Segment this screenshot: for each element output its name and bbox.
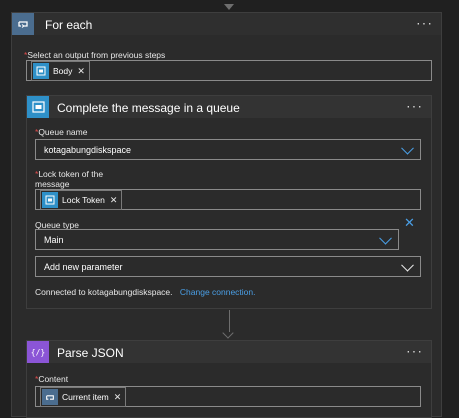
body-token[interactable]: Body ✕ (31, 61, 90, 81)
parse-json-more-options-icon[interactable]: ··· (406, 344, 423, 358)
complete-message-title: Complete the message in a queue (57, 101, 240, 115)
lock-token-label: *Lock token of the message (35, 169, 104, 189)
lock-token-token-label: Lock Token (62, 195, 105, 205)
parse-json-icon: {/} (27, 341, 49, 363)
lock-token-field[interactable]: Lock Token ✕ (35, 189, 421, 210)
foreach-output-field[interactable]: Body ✕ (26, 60, 432, 81)
queue-name-label: *Queue name (35, 127, 88, 137)
queue-name-value: kotagabungdiskspace (44, 144, 132, 155)
top-connector-arrow (224, 4, 234, 10)
servicebus-token-icon (33, 63, 49, 79)
content-field[interactable]: Current item ✕ (35, 386, 421, 407)
foreach-loop-icon (12, 13, 34, 35)
foreach-loop-token-icon (42, 389, 58, 405)
middle-connector-arrow (222, 327, 234, 339)
connection-info: Connected to kotagabungdiskspace. Change… (35, 287, 256, 297)
parse-json-title: Parse JSON (57, 346, 124, 360)
foreach-more-options-icon[interactable]: ··· (416, 16, 433, 30)
queue-type-value: Main (44, 234, 64, 245)
lock-token-servicebus-icon (42, 192, 58, 208)
queue-type-chevron-down-icon[interactable] (379, 231, 392, 245)
add-new-parameter-dropdown[interactable]: Add new parameter (35, 256, 421, 277)
complete-message-card: Complete the message in a queue ··· *Que… (26, 95, 432, 309)
body-token-remove-icon[interactable]: ✕ (77, 66, 85, 77)
current-item-token-label: Current item (62, 392, 109, 402)
lock-token-remove-icon[interactable]: ✕ (110, 195, 118, 206)
foreach-header[interactable]: For each ··· (12, 13, 441, 35)
queue-type-dropdown[interactable]: Main (35, 229, 399, 250)
change-connection-link[interactable]: Change connection. (180, 287, 256, 297)
parse-json-header[interactable]: {/} Parse JSON ··· (27, 341, 431, 363)
queue-name-chevron-down-icon[interactable] (401, 141, 414, 155)
body-token-label: Body (53, 66, 73, 76)
foreach-field-label: *Select an output from previous steps (24, 50, 166, 60)
current-item-token[interactable]: Current item ✕ (40, 387, 127, 407)
servicebus-icon (27, 96, 49, 118)
add-new-parameter-chevron-down-icon[interactable] (401, 258, 414, 272)
parse-json-card: {/} Parse JSON ··· *Content Current item… (26, 340, 432, 418)
connection-text: Connected to kotagabungdiskspace. (35, 287, 173, 297)
queue-name-dropdown[interactable]: kotagabungdiskspace (35, 139, 421, 160)
complete-message-header[interactable]: Complete the message in a queue ··· (27, 96, 431, 118)
queue-type-remove-icon[interactable]: ✕ (404, 215, 415, 231)
complete-message-more-options-icon[interactable]: ··· (406, 99, 423, 113)
foreach-title: For each (45, 18, 93, 32)
current-item-remove-icon[interactable]: ✕ (114, 392, 122, 403)
lock-token-token[interactable]: Lock Token ✕ (40, 190, 123, 210)
content-label: *Content (35, 374, 69, 384)
foreach-card: For each ··· *Select an output from prev… (11, 12, 442, 418)
add-new-parameter-label: Add new parameter (44, 261, 123, 272)
